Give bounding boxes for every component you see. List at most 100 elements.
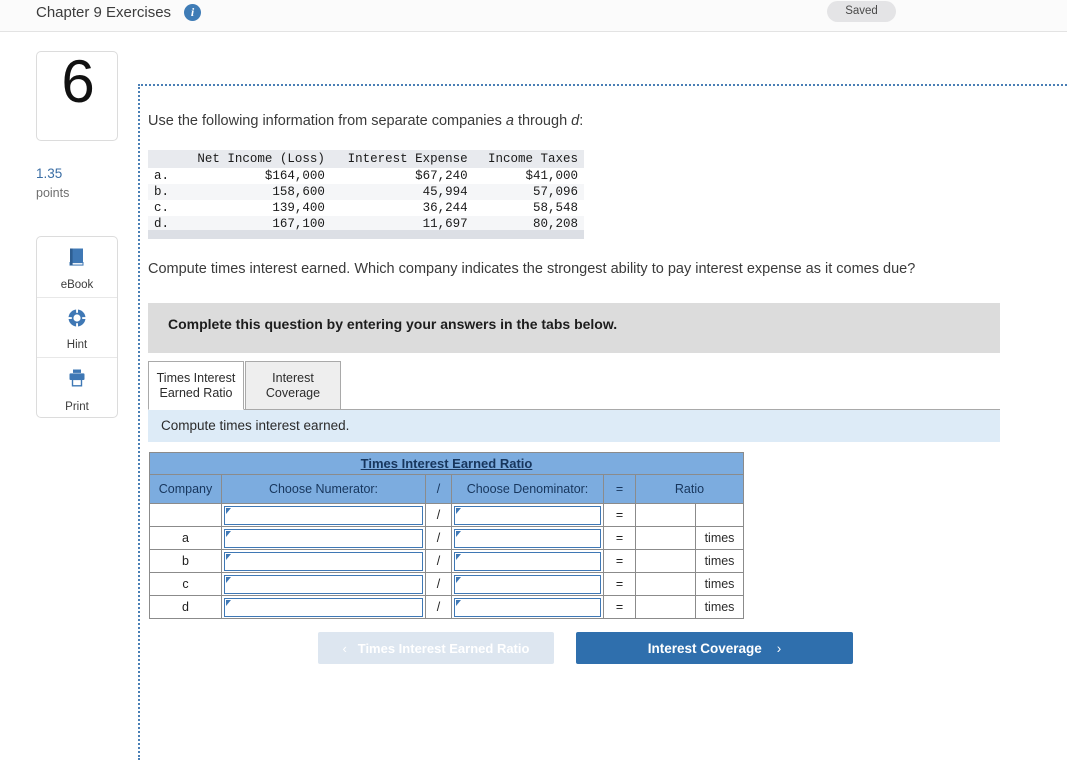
header-denominator: Choose Denominator: <box>451 474 604 504</box>
cell-numerator <box>221 503 426 527</box>
print-label: Print <box>65 400 89 413</box>
cell-ratio-value[interactable] <box>635 503 696 527</box>
answer-row: b / = times <box>149 549 744 573</box>
cell-interest-expense: 45,994 <box>422 185 468 199</box>
points-value: 1.35 <box>36 166 63 181</box>
cell-ratio-unit: times <box>695 595 744 619</box>
cell-net-income: 158,600 <box>272 185 325 199</box>
header-slash: / <box>425 474 452 504</box>
tab-label-line2: Coverage <box>265 386 321 400</box>
financial-data-table: Net Income (Loss) Interest Expense Incom… <box>148 150 584 232</box>
data-col-net-income: Net Income (Loss) <box>180 150 331 168</box>
hint-button[interactable]: Hint <box>37 298 117 358</box>
denominator-dropdown[interactable] <box>454 574 601 594</box>
answer-grid-header-row: Company Choose Numerator: / Choose Denom… <box>149 474 744 504</box>
cell-company: c <box>149 572 222 596</box>
cell-denominator <box>451 595 604 619</box>
intro-text: Use the following information from separ… <box>148 113 583 129</box>
previous-tab-button[interactable]: ‹ Times Interest Earned Ratio <box>318 632 554 664</box>
next-tab-label: Interest Coverage <box>647 640 762 656</box>
cell-slash: / <box>425 503 452 527</box>
ebook-icon <box>66 246 88 273</box>
cell-numerator <box>221 526 426 550</box>
cell-slash: / <box>425 595 452 619</box>
cell-ratio-unit: times <box>695 549 744 573</box>
cell-ratio-unit: times <box>695 572 744 596</box>
denominator-dropdown[interactable] <box>454 505 601 525</box>
cell-denominator <box>451 572 604 596</box>
numerator-dropdown[interactable] <box>224 505 423 525</box>
cell-ratio-unit <box>695 503 744 527</box>
cell-ratio-value[interactable] <box>635 595 696 619</box>
denominator-dropdown[interactable] <box>454 551 601 571</box>
cell-income-taxes: $41,000 <box>525 169 578 183</box>
numerator-dropdown[interactable] <box>224 528 423 548</box>
cell-ratio-value[interactable] <box>635 572 696 596</box>
cell-slash: / <box>425 526 452 550</box>
answer-grid-title: Times Interest Earned Ratio <box>149 452 744 475</box>
denominator-dropdown[interactable] <box>454 528 601 548</box>
cell-numerator <box>221 572 426 596</box>
instruction-text: Complete this question by entering your … <box>168 316 618 332</box>
data-col-interest-expense: Interest Expense <box>330 150 474 168</box>
intro-company-a: a <box>505 113 514 129</box>
cell-equals: = <box>603 595 636 619</box>
cell-interest-expense: 36,244 <box>422 201 468 215</box>
page-title: Chapter 9 Exercises <box>36 4 172 21</box>
numerator-dropdown[interactable] <box>224 574 423 594</box>
cell-income-taxes: 58,548 <box>532 201 578 215</box>
tab-label-line1: Times Interest <box>156 371 236 385</box>
printer-icon <box>66 367 88 394</box>
hint-label: Hint <box>66 339 88 351</box>
instruction-bar: Complete this question by entering your … <box>148 303 1000 353</box>
tab-interest-coverage[interactable]: Interest Coverage <box>245 361 341 410</box>
tool-panel: eBook Hint Print <box>36 236 118 418</box>
table-row: a. $164,000 $67,240 $41,000 <box>148 168 584 184</box>
numerator-dropdown[interactable] <box>224 551 423 571</box>
sub-prompt-text: Compute times interest earned. <box>161 418 350 433</box>
table-row: c. 139,400 36,244 58,548 <box>148 200 584 216</box>
cell-equals: = <box>603 572 636 596</box>
info-icon[interactable]: i <box>184 4 201 21</box>
next-tab-button[interactable]: Interest Coverage › <box>576 632 853 664</box>
answer-grid: Times Interest Earned Ratio Company Choo… <box>149 452 744 619</box>
tab-times-interest-earned-ratio[interactable]: Times Interest Earned Ratio <box>148 361 244 410</box>
cell-numerator <box>221 549 426 573</box>
saved-status-badge: Saved <box>827 1 896 22</box>
answer-row: c / = times <box>149 572 744 596</box>
cell-ratio-unit: times <box>695 526 744 550</box>
cell-numerator <box>221 595 426 619</box>
chevron-right-icon: › <box>776 640 782 656</box>
question-number: 6 <box>61 48 95 115</box>
numerator-dropdown[interactable] <box>224 597 423 617</box>
cell-company: a <box>149 526 222 550</box>
points-label: points <box>36 186 70 200</box>
intro-text-pre: Use the following information from separ… <box>148 113 506 129</box>
ebook-button[interactable]: eBook <box>37 237 117 298</box>
cell-denominator <box>451 549 604 573</box>
cell-slash: / <box>425 549 452 573</box>
answer-row: / = <box>149 503 744 527</box>
row-label: a. <box>154 169 170 183</box>
cell-ratio-value[interactable] <box>635 549 696 573</box>
cell-company: b <box>149 549 222 573</box>
data-col-blank <box>148 150 180 168</box>
row-label: b. <box>154 185 170 199</box>
answer-row: d / = times <box>149 595 744 619</box>
tab-label-line1: Interest <box>272 371 314 385</box>
header-numerator: Choose Numerator: <box>221 474 426 504</box>
cell-equals: = <box>603 549 636 573</box>
intro-text-post: : <box>579 113 584 129</box>
cell-slash: / <box>425 572 452 596</box>
data-table-horizontal-scrollbar[interactable] <box>148 230 584 239</box>
cell-denominator <box>451 503 604 527</box>
cell-ratio-value[interactable] <box>635 526 696 550</box>
cell-net-income: 139,400 <box>272 201 325 215</box>
header-equals: = <box>603 474 636 504</box>
table-row: b. 158,600 45,994 57,096 <box>148 184 584 200</box>
cell-income-taxes: 57,096 <box>532 185 578 199</box>
denominator-dropdown[interactable] <box>454 597 601 617</box>
cell-net-income: $164,000 <box>264 169 325 183</box>
cell-equals: = <box>603 503 636 527</box>
print-button[interactable]: Print <box>37 358 117 417</box>
